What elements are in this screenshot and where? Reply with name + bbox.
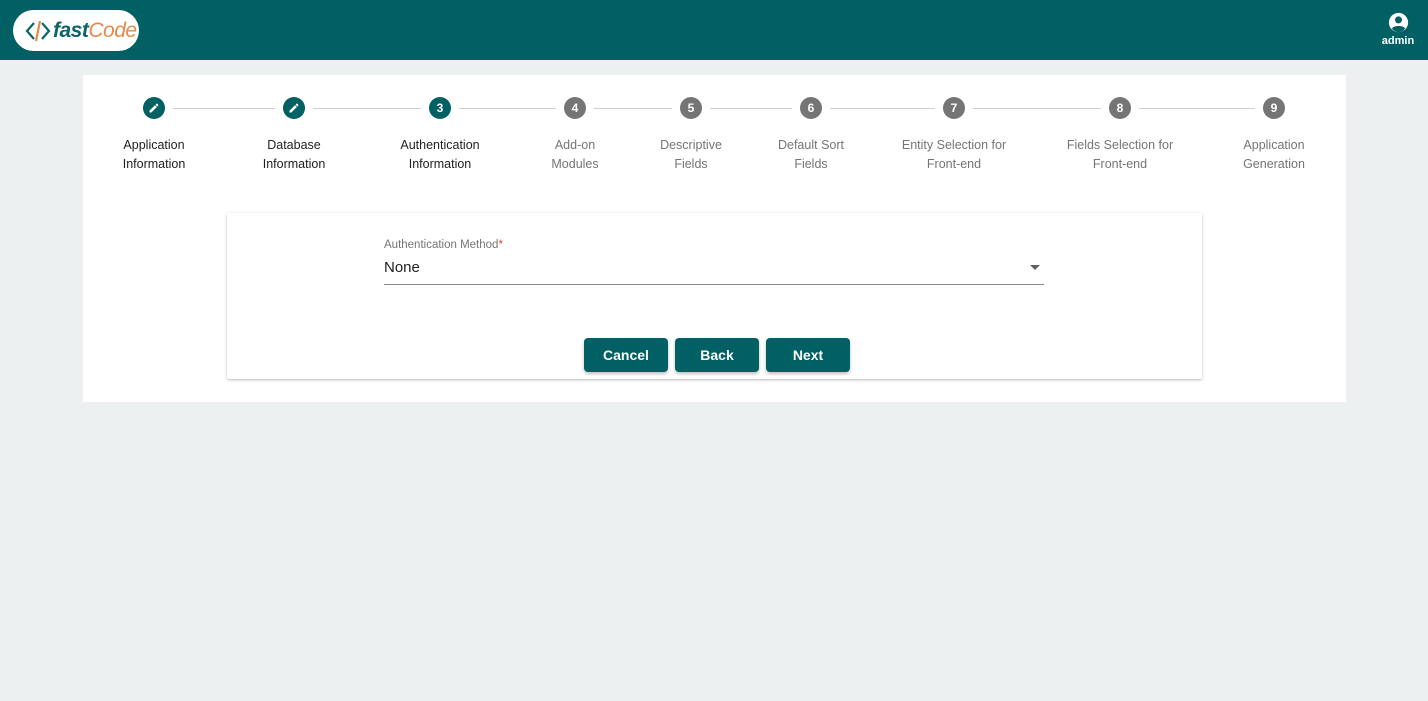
step-9[interactable]: 9 Application Generation <box>1189 97 1359 174</box>
step-number: 6 <box>800 97 822 119</box>
stepper: Application Information Database Informat… <box>83 75 1346 195</box>
step-label: Fields Selection for Front-end <box>1066 138 1174 171</box>
step-2[interactable]: Database Information <box>209 97 379 174</box>
step-edit-icon <box>283 97 305 119</box>
back-button[interactable]: Back <box>675 338 759 372</box>
cancel-button[interactable]: Cancel <box>584 338 668 372</box>
step-number: 4 <box>564 97 586 119</box>
step-label: Entity Selection for Front-end <box>901 138 1007 171</box>
step-label: Add-on Modules <box>551 138 599 171</box>
top-app-bar: fastCode admin <box>0 0 1428 60</box>
logo-text-code: Code <box>88 18 137 42</box>
pencil-icon <box>289 103 299 113</box>
form-actions: Cancel Back Next <box>584 338 850 372</box>
wizard-panel: Application Information Database Informat… <box>83 75 1346 402</box>
step-label: Descriptive Fields <box>660 138 722 171</box>
step-label: Default Sort Fields <box>777 138 844 171</box>
step-label: Authentication Information <box>400 138 480 171</box>
authentication-method-field: Authentication Method* None <box>384 239 1044 285</box>
authentication-method-value: None <box>384 259 420 276</box>
required-mark: * <box>498 239 503 251</box>
step-number: 7 <box>943 97 965 119</box>
step-8[interactable]: 8 Fields Selection for Front-end <box>1035 97 1205 174</box>
authentication-method-label-text: Authentication Method <box>384 239 499 251</box>
authentication-method-label: Authentication Method* <box>384 239 1044 251</box>
account-circle-icon <box>1388 12 1408 33</box>
logo-text: fastCode <box>53 19 137 43</box>
step-number: 9 <box>1263 97 1285 119</box>
user-name: admin <box>1381 35 1415 47</box>
next-button[interactable]: Next <box>766 338 850 372</box>
step-number: 8 <box>1109 97 1131 119</box>
dropdown-arrow-icon <box>1030 265 1040 270</box>
user-menu[interactable]: admin <box>1381 12 1415 47</box>
pencil-icon <box>149 103 159 113</box>
authentication-form-card: Authentication Method* None Cancel Back … <box>227 213 1202 379</box>
fastcode-logo[interactable]: fastCode <box>13 10 139 51</box>
step-7[interactable]: 7 Entity Selection for Front-end <box>869 97 1039 174</box>
step-number: 5 <box>680 97 702 119</box>
step-label: Application Generation <box>1243 138 1305 171</box>
authentication-method-select[interactable]: None <box>384 257 1044 285</box>
step-number: 3 <box>429 97 451 119</box>
logo-text-fast: fast <box>53 18 89 42</box>
step-label: Database Information <box>262 138 326 171</box>
step-edit-icon <box>143 97 165 119</box>
step-label: Application Information <box>122 138 186 171</box>
code-brackets-icon <box>25 20 51 41</box>
